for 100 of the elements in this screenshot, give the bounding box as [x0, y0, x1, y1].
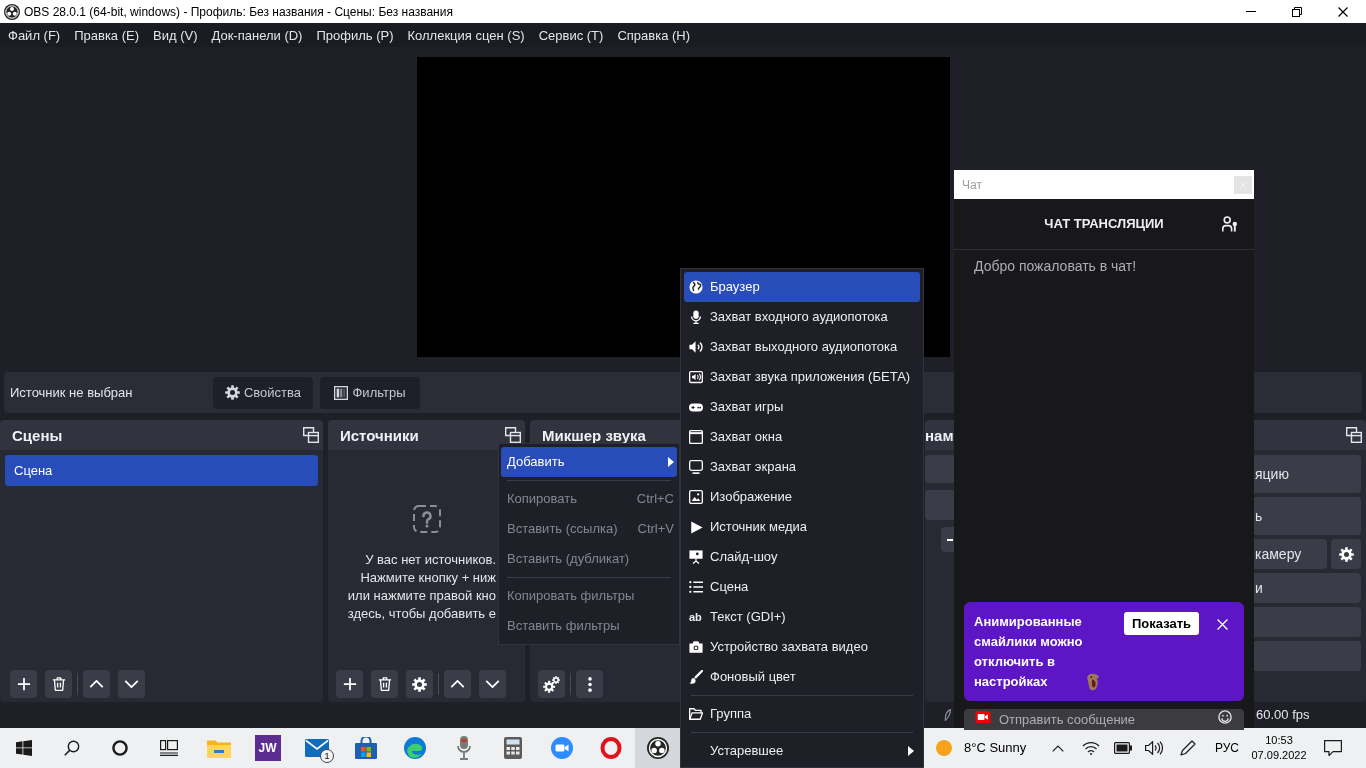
taskbar-button[interactable]: 1 [292, 728, 341, 768]
advanced-settings-button[interactable] [538, 670, 565, 698]
toolbar-button[interactable]: Фильтры [320, 376, 420, 409]
chat-message: Добро пожаловать в чат! [973, 257, 1138, 275]
folder-icon [206, 738, 231, 758]
weather-widget[interactable]: 8°C Sunny [930, 728, 1042, 768]
menu-item[interactable]: Правка (E) [67, 28, 147, 42]
submenu-arrow-icon [668, 457, 674, 467]
settings-button[interactable] [406, 670, 433, 698]
badge: 1 [320, 749, 334, 763]
chat-header-title: ЧАТ ТРАНСЛЯЦИИ [1044, 215, 1164, 234]
menu-item[interactable]: Источник медиа [684, 512, 920, 542]
menu-item[interactable]: Файл (F) [1, 28, 68, 42]
menu-item[interactable]: Фоновый цвет [684, 662, 920, 692]
menu-item[interactable]: Устройство захвата видео [684, 632, 920, 662]
menu-item[interactable]: ab Текст (GDI+) [684, 602, 920, 632]
move-up-button[interactable] [83, 670, 110, 698]
control-button[interactable]: яцию [1254, 455, 1361, 493]
move-up-button[interactable] [444, 670, 471, 698]
menu-item[interactable]: Профиль (P) [309, 28, 401, 42]
gamepad-icon [689, 402, 703, 412]
menu-item[interactable]: Захват выходного аудиопотока [684, 332, 920, 362]
text-icon: ab [689, 611, 703, 623]
shortcut-text: Ctrl+V [637, 520, 674, 539]
menu-item[interactable]: Захват игры [684, 392, 920, 422]
chevron-down-icon [485, 680, 500, 688]
move-down-button[interactable] [118, 670, 145, 698]
minimize-icon [1246, 11, 1256, 12]
plus-icon [342, 677, 357, 691]
settings-button[interactable] [1331, 539, 1361, 569]
minus-button[interactable] [941, 527, 954, 552]
minus-icon [947, 538, 953, 541]
menu-item[interactable]: Браузер [684, 272, 920, 302]
message-input[interactable]: Отправить сообщение [964, 709, 1244, 730]
undock-icon[interactable] [505, 427, 521, 443]
trash-icon [51, 677, 66, 691]
sun-icon [936, 740, 952, 756]
control-button[interactable]: и [1254, 573, 1361, 603]
smiley-icon [1218, 710, 1232, 724]
battery-icon [1114, 742, 1132, 754]
dropdown-field[interactable] [925, 490, 954, 520]
remove-button[interactable] [371, 670, 398, 698]
menu-item[interactable]: Изображение [684, 482, 920, 512]
menu-item[interactable]: Захват экрана [684, 452, 920, 482]
video-camera-icon [550, 737, 573, 759]
menu-item[interactable]: Захват звука приложения (БЕТА) [684, 362, 920, 392]
fps-counter: 60.00 fps [1256, 706, 1310, 725]
chevron-down-icon [124, 680, 139, 688]
submenu-arrow-icon [908, 746, 914, 756]
control-button[interactable]: камеру [1254, 539, 1327, 569]
logo-icon [646, 737, 669, 759]
shopping-bag-icon [354, 737, 377, 759]
menu-item[interactable]: Захват входного аудиопотока [684, 302, 920, 332]
play-icon [689, 520, 703, 534]
taskbar-button[interactable]: JW [243, 728, 292, 768]
close-icon [1216, 618, 1228, 630]
control-button[interactable]: ь [1254, 497, 1361, 535]
gear-icon [412, 676, 427, 692]
close-icon [1338, 6, 1348, 17]
dock-title: Источники [340, 427, 419, 443]
ring-icon [112, 740, 128, 756]
dropdown-field[interactable] [925, 455, 954, 483]
menu-item[interactable]: Вид (V) [146, 28, 205, 42]
menu-item[interactable]: Устаревшее [684, 736, 920, 766]
menu-item[interactable]: Группа [684, 699, 920, 729]
show-button[interactable]: Показать [1124, 612, 1200, 635]
undock-icon[interactable] [1346, 427, 1362, 443]
camera-icon [689, 640, 703, 654]
filter-icon [334, 385, 349, 400]
undock-icon[interactable] [303, 427, 319, 443]
microphone-icon [455, 736, 472, 760]
question-icon [412, 505, 441, 533]
menu-item[interactable]: Справка (H) [610, 28, 698, 42]
menu-item[interactable]: Коллекция сцен (S) [400, 28, 532, 42]
ring-icon [599, 737, 622, 759]
language-indicator[interactable]: РУС [1206, 728, 1248, 768]
menu-item[interactable]: Док-панели (D) [204, 28, 310, 42]
move-down-button[interactable] [479, 670, 506, 698]
close-button[interactable] [1216, 618, 1228, 630]
menu-item[interactable]: Сцена [684, 572, 920, 602]
add-button[interactable] [10, 670, 37, 698]
globe-icon [689, 280, 703, 294]
add-button[interactable] [336, 670, 363, 698]
person-icon[interactable] [1222, 216, 1238, 232]
search-icon [64, 740, 80, 756]
menu-item[interactable]: Добавить [501, 447, 677, 477]
remove-button[interactable] [45, 670, 72, 698]
menu-item[interactable]: Слайд-шоу [684, 542, 920, 572]
menu-item[interactable]: Сервис (T) [531, 28, 611, 42]
easel-icon [689, 550, 703, 564]
taskbar-button[interactable] [635, 728, 680, 768]
more-button[interactable] [576, 670, 603, 698]
app-logo: JW [254, 735, 281, 761]
toolbar-button[interactable]: Свойства [213, 376, 313, 409]
windows-logo-icon [16, 740, 32, 756]
window-speaker-icon [689, 370, 703, 384]
menu-item[interactable]: Захват окна [684, 422, 920, 452]
wifi-icon [1082, 741, 1100, 755]
speaker-icon [689, 340, 703, 354]
scene-item[interactable]: Сцена [5, 455, 318, 486]
